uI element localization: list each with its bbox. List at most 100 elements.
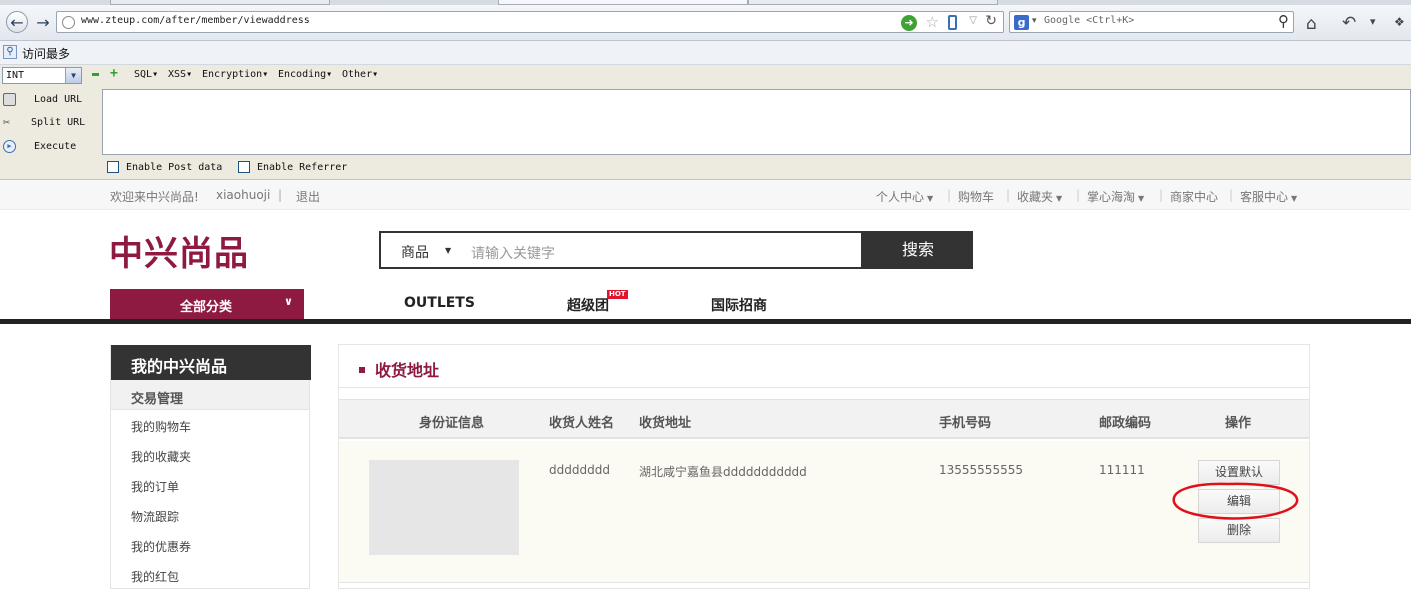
hackbar-url-textarea[interactable] xyxy=(102,89,1411,155)
url-text[interactable]: www.zteup.com/after/member/viewaddress xyxy=(81,15,310,26)
forward-button[interactable]: → xyxy=(32,11,54,33)
engine-dropdown-icon[interactable]: ▾ xyxy=(1032,16,1037,26)
sidebar-item-cart[interactable]: 我的购物车 xyxy=(131,418,191,435)
google-icon[interactable]: g xyxy=(1014,15,1029,30)
top-nav-mobile-taobao[interactable]: 掌心海淘 ▼ xyxy=(1087,188,1144,205)
top-nav-favorites[interactable]: 收藏夹 ▼ xyxy=(1017,188,1062,205)
divider: | xyxy=(1159,188,1164,202)
load-url-button[interactable]: Load URL xyxy=(0,89,100,111)
hackbar-type-select[interactable]: INT ▼ xyxy=(2,67,82,84)
browser-navbar: ← → www.zteup.com/after/member/viewaddre… xyxy=(0,5,1411,41)
table-row: dddddddd 湖北咸宁嘉鱼县ddddddddddd 13555555555 … xyxy=(339,441,1309,583)
address-panel: 收货地址 身份证信息 收货人姓名 收货地址 手机号码 邮政编码 操作 ddddd… xyxy=(338,344,1310,589)
main-nav-investment[interactable]: 国际招商 xyxy=(711,295,767,315)
play-icon: ▶ xyxy=(3,140,16,153)
search-icon[interactable]: ⚲ xyxy=(1278,12,1289,30)
increase-icon[interactable]: + xyxy=(110,66,118,81)
hackbar-menu-label: Other xyxy=(342,69,373,80)
sidebar-section-label: 交易管理 xyxy=(131,392,184,407)
logout-link[interactable]: 退出 xyxy=(296,188,320,205)
main-nav-super-group[interactable]: 超级团 xyxy=(567,295,609,315)
top-nav-label: 商家中心 xyxy=(1170,190,1219,204)
sidebar-title: 我的中兴尚品 xyxy=(111,345,311,380)
red-circle-annotation xyxy=(1172,482,1299,520)
sidebar-item-coupons[interactable]: 我的优惠券 xyxy=(131,538,191,555)
bookmark-search-icon: ⚲ xyxy=(3,45,17,59)
site-top-bar: 欢迎来中兴尚品! xiaohuoji | 退出 个人中心 ▼ | 购物车 | 收藏… xyxy=(0,180,1411,210)
top-nav-label: 个人中心 xyxy=(876,190,925,204)
divider: | xyxy=(1076,188,1081,202)
divider: | xyxy=(1006,188,1011,202)
username-link[interactable]: xiaohuoji xyxy=(216,188,270,202)
chevron-down-icon[interactable]: ▼ xyxy=(65,68,81,83)
divider: | xyxy=(947,188,952,202)
top-nav-personal-center[interactable]: 个人中心 ▼ xyxy=(876,188,933,205)
home-icon[interactable]: ⌂ xyxy=(1306,14,1317,34)
mobile-icon[interactable] xyxy=(948,15,957,30)
hackbar-menu-other[interactable]: Other▾ xyxy=(342,69,378,80)
bookmark-most-visited[interactable]: 访问最多 xyxy=(22,45,70,62)
divider xyxy=(339,387,1309,388)
checkbox-box[interactable] xyxy=(107,161,119,173)
back-arrow-icon: ← xyxy=(10,12,24,32)
all-categories-button[interactable]: 全部分类 ∨ xyxy=(110,289,304,319)
hackbar-menu-xss[interactable]: XSS▾ xyxy=(168,69,192,80)
menu-dropdown-icon[interactable]: ▾ xyxy=(1370,15,1376,28)
member-sidebar: 我的中兴尚品 交易管理 我的购物车 我的收藏夹 我的订单 物流跟踪 我的优惠券 … xyxy=(110,345,311,589)
load-url-label: Load URL xyxy=(34,94,83,105)
sidebar-item-favorites[interactable]: 我的收藏夹 xyxy=(131,448,191,465)
checkbox-box[interactable] xyxy=(238,161,250,173)
enable-referrer-label: Enable Referrer xyxy=(257,162,348,173)
go-icon[interactable]: ➜ xyxy=(901,15,917,31)
split-url-button[interactable]: ✂ Split URL xyxy=(0,112,100,134)
hackbar-menu-encoding[interactable]: Encoding▾ xyxy=(278,69,332,80)
search-button[interactable]: 搜索 xyxy=(863,231,973,269)
hackbar-menu-encryption[interactable]: Encryption▾ xyxy=(202,69,268,80)
hackbar-menu-label: SQL xyxy=(134,69,153,80)
bookmarks-toolbar: ⚲ 访问最多 xyxy=(0,41,1411,65)
top-nav-label: 收藏夹 xyxy=(1017,190,1054,204)
search-input[interactable]: 请输入关键字 xyxy=(461,231,863,269)
forward-arrow-icon: → xyxy=(36,12,50,32)
address-bar[interactable]: www.zteup.com/after/member/viewaddress ➜… xyxy=(56,11,1004,33)
cell-name: dddddddd xyxy=(549,463,610,477)
scissors-icon: ✂ xyxy=(3,115,11,129)
search-category-select[interactable]: 商品 ▼ xyxy=(379,231,462,269)
caret-down-icon: ▼ xyxy=(927,194,934,203)
top-nav-cart[interactable]: 购物车 xyxy=(958,188,994,205)
history-dropdown-icon[interactable]: ▽ xyxy=(969,15,977,26)
separator: | xyxy=(278,188,283,202)
sidebar-title-text: 我的中兴尚品 xyxy=(131,357,228,376)
caret-down-icon: ▼ xyxy=(1138,194,1145,203)
hackbar-type-value: INT xyxy=(6,70,25,81)
sidebar-item-red-packets[interactable]: 我的红包 xyxy=(131,568,179,585)
top-nav-customer-service[interactable]: 客服中心 ▼ xyxy=(1240,188,1297,205)
undo-icon[interactable]: ↶ xyxy=(1342,13,1356,33)
browser-search-bar[interactable]: g ▾ Google <Ctrl+K> ⚲ xyxy=(1009,11,1294,33)
column-header-phone: 手机号码 xyxy=(939,416,992,431)
hackbar-panel: INT ▼ + SQL▾ XSS▾ Encryption▾ Encoding▾ … xyxy=(0,65,1411,180)
sidebar-item-logistics[interactable]: 物流跟踪 xyxy=(131,508,179,525)
site-logo[interactable]: 中兴尚品 xyxy=(109,226,249,275)
hackbar-menu-label: Encoding xyxy=(278,69,327,80)
reload-icon[interactable]: ↻ xyxy=(985,13,997,29)
sidebar-section-trade: 交易管理 xyxy=(111,380,309,410)
hackbar-menu-sql[interactable]: SQL▾ xyxy=(134,69,158,80)
execute-button[interactable]: ▶ Execute xyxy=(0,136,100,158)
search-input-placeholder: 请输入关键字 xyxy=(471,246,555,262)
column-header-id: 身份证信息 xyxy=(419,416,485,431)
main-nav-outlets[interactable]: OUTLETS xyxy=(404,295,475,311)
bookmark-star-icon[interactable]: ☆ xyxy=(926,13,939,31)
divider: | xyxy=(1229,188,1234,202)
tools-icon[interactable]: ❖ xyxy=(1394,15,1405,29)
back-button[interactable]: ← xyxy=(6,11,28,33)
sidebar-item-orders[interactable]: 我的订单 xyxy=(131,478,179,495)
welcome-text: 欢迎来中兴尚品! xyxy=(110,190,199,204)
column-header-name: 收货人姓名 xyxy=(549,416,615,431)
caret-down-icon: ▼ xyxy=(1291,194,1298,203)
decrease-icon[interactable] xyxy=(92,73,99,76)
caret-down-icon: ▼ xyxy=(1056,194,1063,203)
top-nav-merchant-center[interactable]: 商家中心 xyxy=(1170,188,1218,205)
chevron-down-icon: ∨ xyxy=(284,295,293,308)
hackbar-menu-label: XSS xyxy=(168,69,187,80)
